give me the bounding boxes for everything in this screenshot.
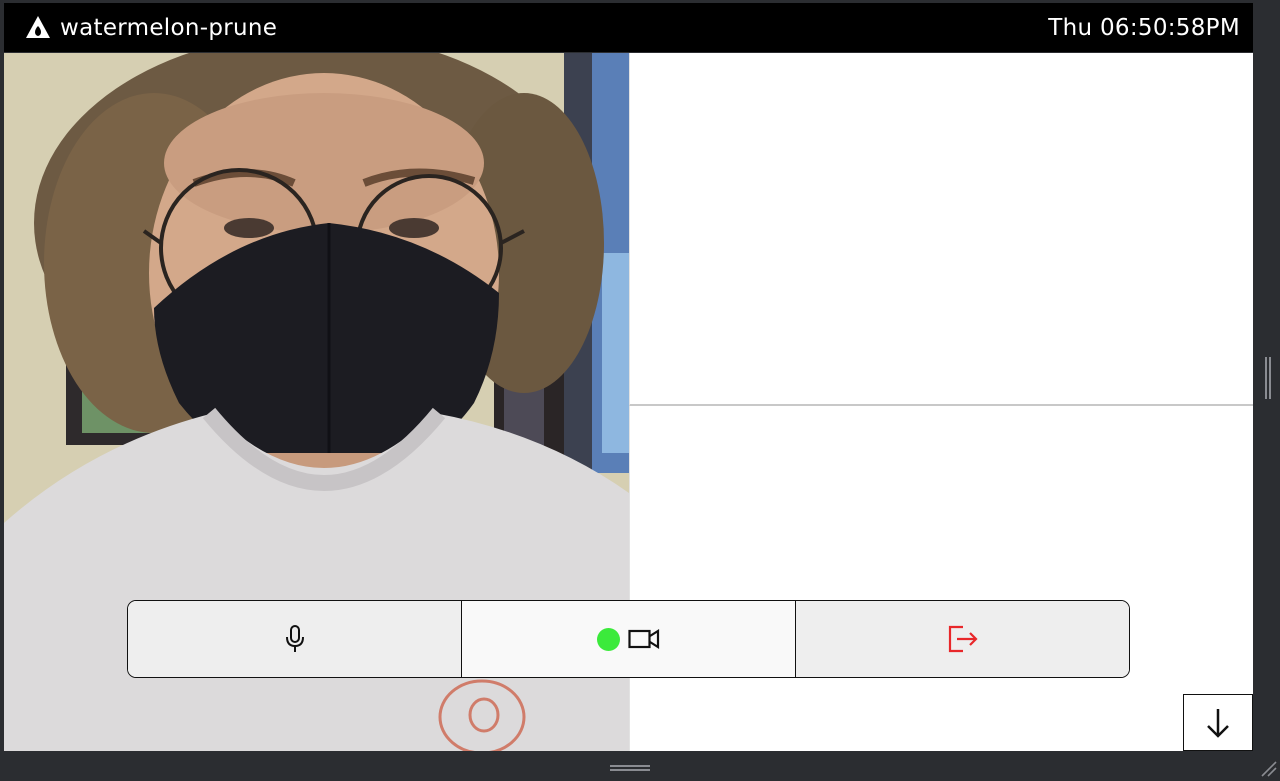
camera-active-indicator — [597, 627, 620, 651]
scroll-down-button[interactable] — [1183, 694, 1253, 751]
mute-microphone-button[interactable] — [128, 601, 462, 677]
microphone-icon — [285, 625, 304, 652]
arrow-down-icon — [1207, 708, 1229, 738]
remote-tile-top — [629, 53, 1253, 406]
window-resize-grip[interactable] — [1258, 758, 1278, 778]
horizontal-resize-handle[interactable] — [610, 764, 650, 772]
title-bar: watermelon-prune Thu 06:50:58PM — [4, 3, 1253, 52]
leave-call-button[interactable] — [796, 601, 1129, 677]
app-window: watermelon-prune Thu 06:50:58PM — [0, 0, 1280, 781]
clock: Thu 06:50:58PM — [1048, 15, 1240, 41]
toggle-camera-button[interactable] — [462, 601, 796, 677]
vertical-resize-handle[interactable] — [1264, 357, 1272, 399]
app-title: watermelon-prune — [60, 15, 278, 41]
remote-tile-bottom — [629, 406, 1253, 751]
video-camera-icon — [628, 629, 660, 649]
call-controls-bar — [127, 600, 1130, 678]
watermelon-logo-icon — [26, 16, 50, 38]
leave-call-icon — [948, 625, 978, 653]
